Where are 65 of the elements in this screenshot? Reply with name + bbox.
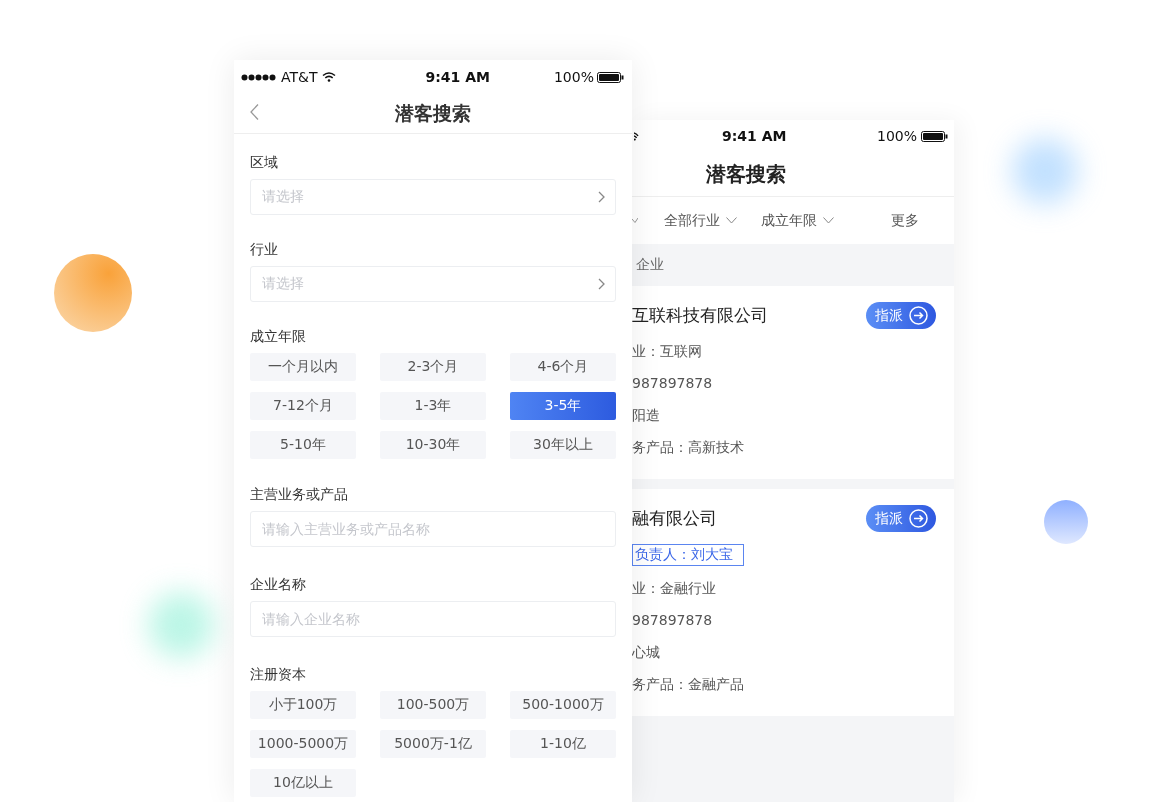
option-chip[interactable]: 4-6个月: [510, 353, 616, 381]
company-detail: 心城: [632, 643, 660, 662]
filter-dropdown[interactable]: 全部行业: [664, 211, 737, 230]
option-chip[interactable]: 2-3个月: [380, 353, 486, 381]
input-field[interactable]: 请输入企业名称: [250, 601, 616, 637]
carrier-name: AT&T: [281, 69, 318, 85]
company-name: 互联科技有限公司: [632, 304, 768, 327]
section-title: 企业: [636, 256, 664, 274]
input-field[interactable]: 请输入主营业务或产品名称: [250, 511, 616, 547]
status-time: 9:41 AM: [425, 69, 490, 85]
signal-icon: [241, 73, 277, 81]
field-label: 区域: [250, 153, 279, 172]
decorative-circle: [1044, 500, 1088, 544]
field-label: 成立年限: [250, 327, 307, 346]
option-chip[interactable]: 5000万-1亿: [380, 730, 486, 758]
filter-button[interactable]: 更多: [891, 211, 919, 230]
field-label: 企业名称: [250, 575, 307, 594]
option-chip[interactable]: 1-3年: [380, 392, 486, 420]
select-placeholder: 请选择: [262, 275, 304, 293]
company-detail: 业：金融行业: [632, 579, 716, 598]
arrow-circle-icon: [909, 306, 928, 325]
filter-dropdown[interactable]: 成立年限: [761, 211, 834, 230]
chevron-down-icon: [726, 217, 737, 224]
chevron-right-icon: [598, 191, 605, 203]
back-button[interactable]: [248, 104, 260, 122]
battery-percent: 100%: [553, 69, 594, 85]
wifi-icon: [634, 131, 639, 141]
field-label: 主营业务或产品: [250, 485, 349, 504]
decorative-glow: [148, 592, 214, 658]
option-chip[interactable]: 1000-5000万: [250, 730, 356, 758]
company-detail: 务产品：高新技术: [632, 438, 744, 457]
option-chip[interactable]: 7-12个月: [250, 392, 356, 420]
battery-icon: [597, 71, 624, 83]
company-detail: 务产品：金融产品: [632, 675, 744, 694]
battery-icon: [921, 130, 948, 142]
company-detail: 987897878: [632, 374, 713, 393]
field-label: 行业: [250, 240, 279, 259]
option-chip[interactable]: 10亿以上: [250, 769, 356, 797]
option-chip[interactable]: 一个月以内: [250, 353, 356, 381]
option-chip[interactable]: 30年以上: [510, 431, 616, 459]
chevron-down-icon: [823, 217, 834, 224]
owner-tag: 负责人：刘大宝: [632, 544, 744, 566]
option-chip[interactable]: 小于100万: [250, 691, 356, 719]
company-name: 融有限公司: [632, 507, 717, 530]
company-detail: 阳造: [632, 406, 660, 425]
company-detail: 987897878: [632, 611, 713, 630]
option-chip[interactable]: 1-10亿: [510, 730, 616, 758]
screen-title: 潜客搜索: [395, 100, 471, 126]
assign-button[interactable]: 指派: [866, 302, 936, 329]
option-chip[interactable]: 5-10年: [250, 431, 356, 459]
wifi-icon: [321, 72, 336, 82]
option-chip[interactable]: 10-30年: [380, 431, 486, 459]
option-chip[interactable]: 3-5年: [510, 392, 616, 420]
assign-button[interactable]: 指派: [866, 505, 936, 532]
battery-percent: 100%: [876, 128, 917, 144]
option-chip[interactable]: 500-1000万: [510, 691, 616, 719]
chevron-down-icon: [632, 217, 638, 224]
arrow-circle-icon: [909, 509, 928, 528]
screen-title: 潜客搜索: [706, 160, 786, 188]
status-time: 9:41 AM: [722, 128, 787, 144]
field-label: 注册资本: [250, 665, 307, 684]
company-detail: 业：互联网: [632, 342, 702, 361]
option-chip[interactable]: 100-500万: [380, 691, 486, 719]
chevron-right-icon: [598, 278, 605, 290]
select-placeholder: 请选择: [262, 188, 304, 206]
